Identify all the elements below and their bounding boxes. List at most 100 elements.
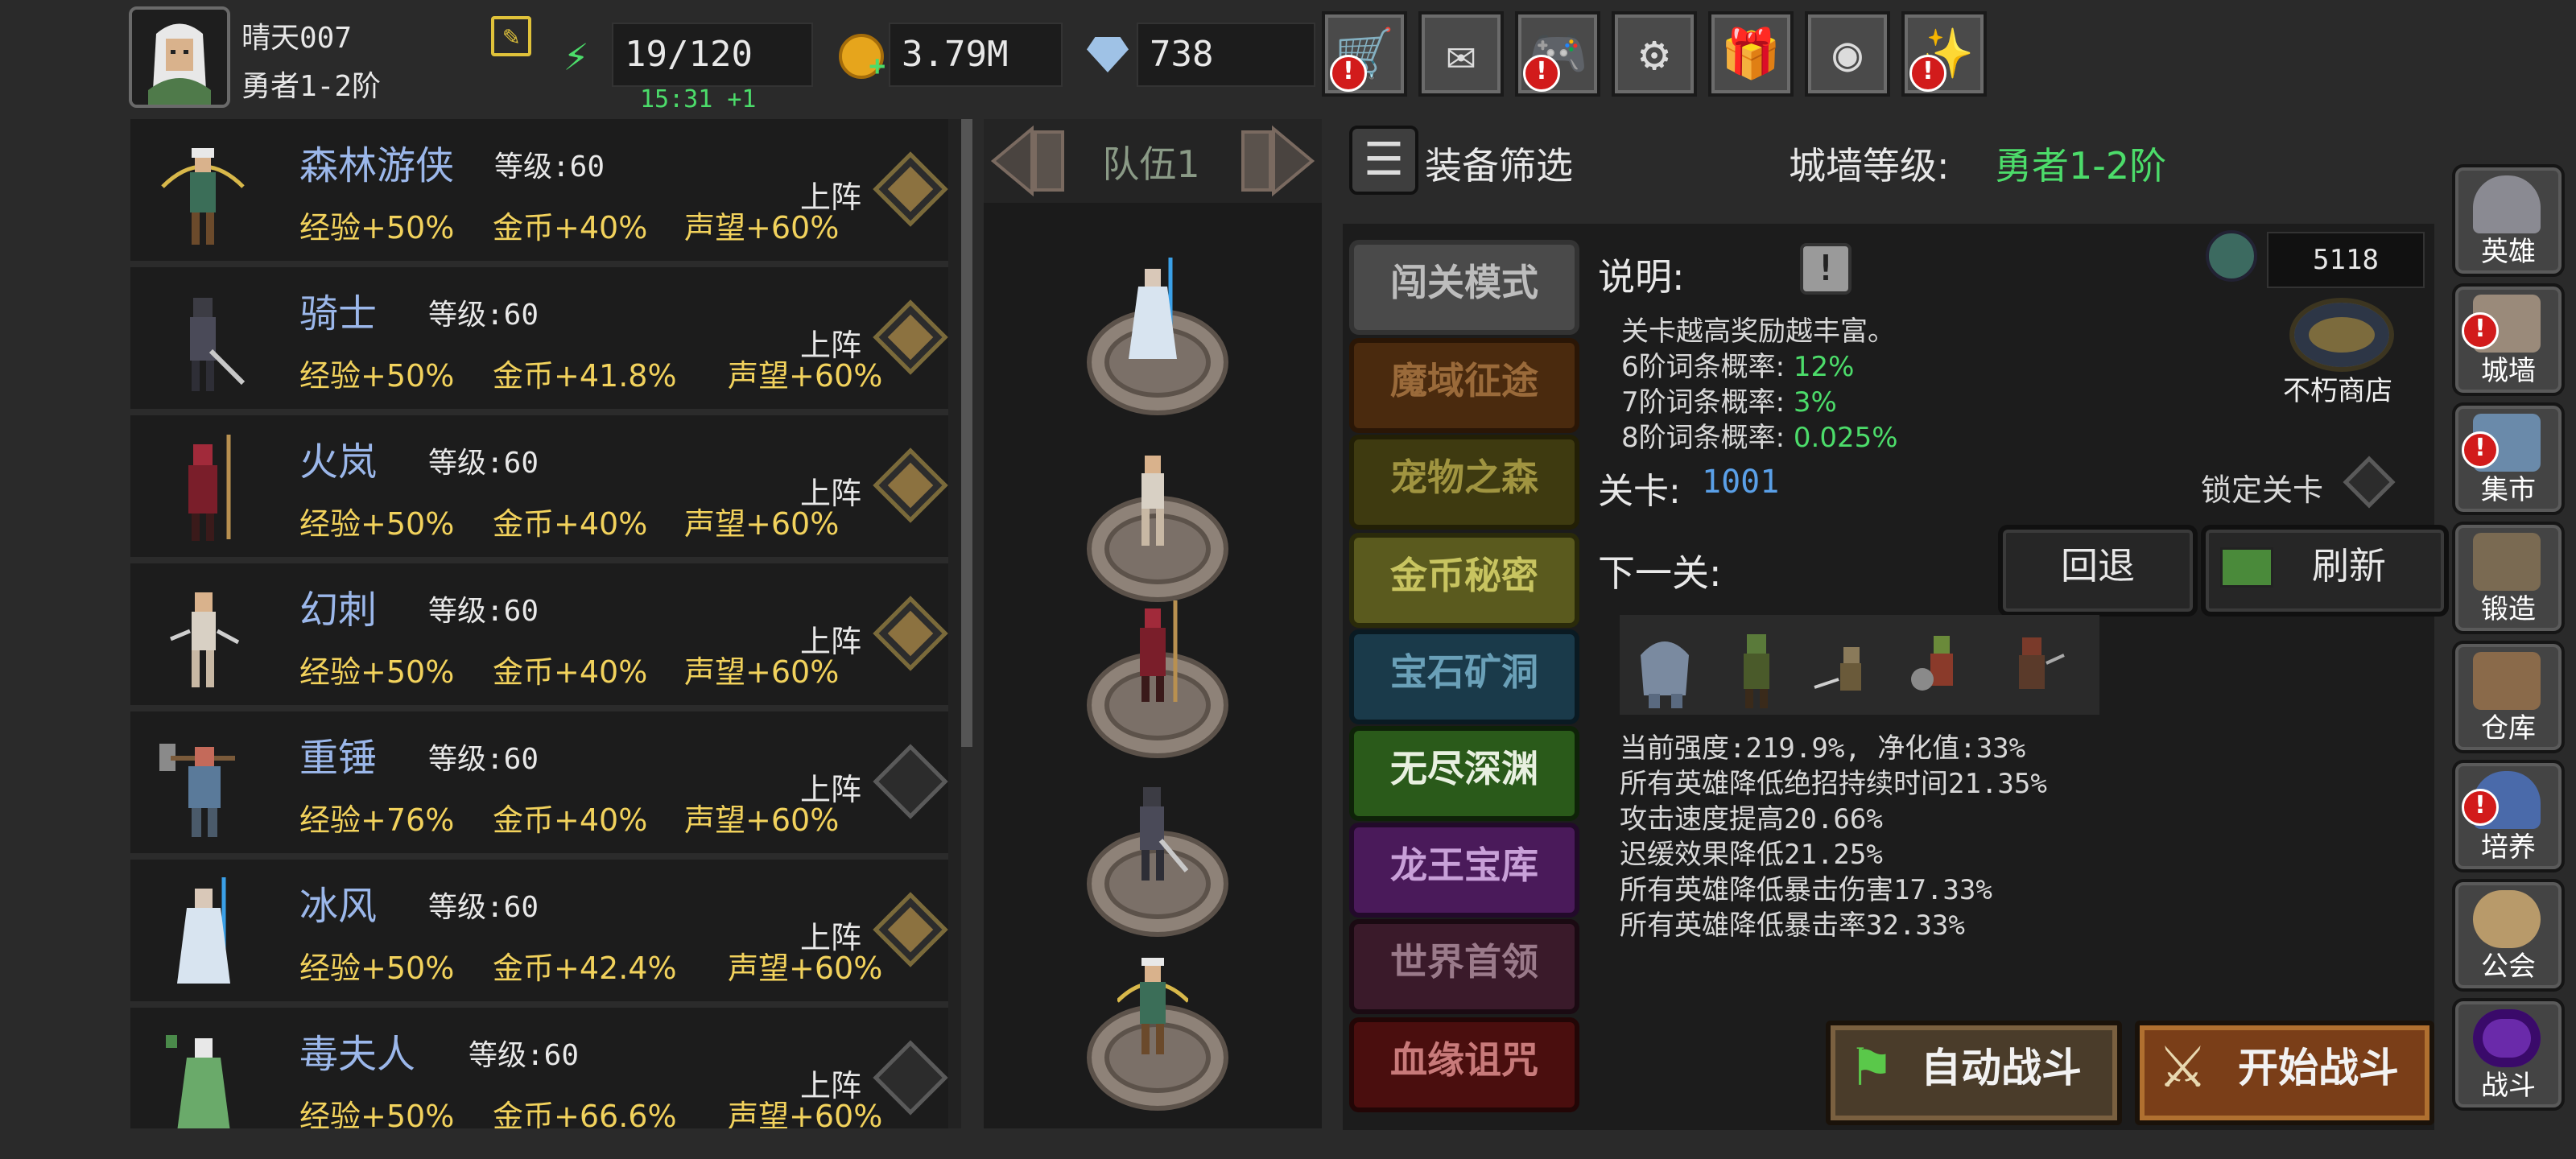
mode-button[interactable]: 龙王宝库 bbox=[1349, 823, 1579, 918]
deploy-toggle[interactable] bbox=[873, 892, 948, 967]
equipment-filter-label: 装备筛选 bbox=[1425, 144, 1573, 188]
hero-name: 森林游侠 bbox=[299, 143, 455, 188]
edit-icon: ✎ bbox=[502, 20, 520, 52]
deploy-toggle[interactable] bbox=[873, 151, 948, 227]
hero-exp-bonus: 经验+50% bbox=[299, 1099, 455, 1128]
start-battle-button[interactable]: ⚔ 开始战斗 bbox=[2135, 1021, 2434, 1125]
hero-row[interactable]: 森林游侠 等级:60 经验+50% 金币+40% 声望+60% 上阵 bbox=[130, 119, 948, 267]
mail-button[interactable]: ✉ bbox=[1418, 11, 1504, 97]
gem-icon[interactable] bbox=[1087, 37, 1129, 72]
hero-exp-bonus: 经验+50% bbox=[299, 210, 455, 245]
hero-row[interactable]: 火岚 等级:60 经验+50% 金币+40% 声望+60% 上阵 bbox=[130, 415, 948, 563]
nav-forge[interactable]: 锻造 bbox=[2452, 522, 2565, 634]
info-icon[interactable]: ! bbox=[1800, 243, 1852, 295]
deploy-toggle[interactable] bbox=[873, 299, 948, 375]
shop-cart-button[interactable]: 🛒! bbox=[1322, 11, 1407, 97]
rate-label: 7阶词条概率: bbox=[1621, 386, 1785, 419]
stage-value: 1001 bbox=[1702, 464, 1780, 501]
slot-ranger-sprite bbox=[1117, 958, 1188, 1054]
nav-label: 锻造 bbox=[2481, 593, 2536, 625]
nav-market[interactable]: ! 集市 bbox=[2452, 402, 2565, 515]
mode-button[interactable]: 血缘诅咒 bbox=[1349, 1017, 1579, 1112]
alert-badge-icon: ! bbox=[2462, 312, 2499, 349]
fireworks-button[interactable]: ✨! bbox=[1901, 11, 1987, 97]
auto-battle-button[interactable]: ⚑ 自动战斗 bbox=[1826, 1021, 2122, 1125]
hero-row[interactable]: 幻刺 等级:60 经验+50% 金币+40% 声望+60% 上阵 bbox=[130, 563, 948, 711]
mode-button[interactable]: 无尽深渊 bbox=[1349, 726, 1579, 821]
mode-button[interactable]: 宝石矿洞 bbox=[1349, 629, 1579, 724]
equipment-filter-button[interactable]: ☰ bbox=[1349, 126, 1418, 195]
hero-fire-mage-sprite bbox=[188, 435, 231, 541]
team-prev-arrow-icon[interactable] bbox=[987, 121, 1067, 201]
settings-button[interactable]: ⚙ bbox=[1612, 11, 1697, 97]
hero-exp-bonus: 经验+50% bbox=[299, 506, 455, 542]
team-slot[interactable] bbox=[1087, 597, 1228, 758]
hero-level: 等级:60 bbox=[428, 743, 539, 776]
hero-row[interactable]: 重锤 等级:60 经验+76% 金币+40% 声望+60% 上阵 bbox=[130, 711, 948, 860]
hero-level: 等级:60 bbox=[428, 595, 539, 628]
team-slot[interactable] bbox=[1087, 254, 1228, 415]
flag-icon: ⚑ bbox=[1848, 1038, 1895, 1098]
immortal-token-count: 5118 bbox=[2267, 232, 2425, 288]
gift-button[interactable]: 🎁 bbox=[1708, 11, 1794, 97]
edit-name-button[interactable]: ✎ bbox=[491, 16, 531, 56]
hero-exp-bonus: 经验+76% bbox=[299, 802, 455, 838]
nav-label: 集市 bbox=[2481, 474, 2536, 506]
nav-heroes[interactable]: 英雄 bbox=[2452, 164, 2565, 277]
player-avatar[interactable] bbox=[129, 6, 230, 108]
mode-button[interactable]: 魔域征途 bbox=[1349, 338, 1579, 433]
nav-wall[interactable]: ! 城墙 bbox=[2452, 283, 2565, 396]
mode-button[interactable]: 世界首领 bbox=[1349, 919, 1579, 1014]
rate-value: 12% bbox=[1793, 351, 1855, 383]
mode-button[interactable]: 闯关模式 bbox=[1349, 240, 1579, 335]
nav-guild[interactable]: 公会 bbox=[2452, 879, 2565, 992]
team-slot[interactable] bbox=[1087, 776, 1228, 937]
slot-ice-mage-sprite bbox=[1129, 258, 1177, 359]
energy-timer: 15:31 +1 bbox=[640, 85, 757, 113]
immortal-shop-icon[interactable] bbox=[2289, 298, 2394, 372]
enemy-kobold-sprite bbox=[1814, 647, 1861, 691]
hero-row[interactable]: 冰风 等级:60 经验+50% 金币+42.4% 声望+60% 上阵 bbox=[130, 860, 948, 1008]
immortal-token-icon bbox=[2206, 230, 2257, 282]
hero-level: 等级:60 bbox=[494, 151, 605, 184]
back-button[interactable]: 回退 bbox=[1998, 525, 2198, 617]
start-battle-label: 开始战斗 bbox=[2238, 1045, 2399, 1091]
team-slot[interactable] bbox=[1087, 950, 1228, 1111]
hero-exp-bonus: 经验+50% bbox=[299, 358, 455, 394]
nav-battle[interactable]: 战斗 bbox=[2452, 998, 2565, 1111]
hero-list[interactable]: 森林游侠 等级:60 经验+50% 金币+40% 声望+60% 上阵 骑士 等级… bbox=[130, 119, 961, 1128]
lucky-wheel-button[interactable]: ◉ bbox=[1805, 11, 1890, 97]
effect-line: 所有英雄降低暴击率32.33% bbox=[1620, 909, 1965, 942]
hero-name: 火岚 bbox=[299, 439, 378, 485]
enemy-goblin-sprite bbox=[1744, 634, 1769, 708]
gold-counter: 3.79M bbox=[889, 23, 1063, 87]
refresh-button[interactable]: 刷新 bbox=[2201, 525, 2449, 617]
mail-icon: ✉ bbox=[1446, 26, 1476, 82]
wall-level-label: 城墙等级: bbox=[1789, 144, 1950, 188]
team-next-arrow-icon[interactable] bbox=[1238, 121, 1319, 201]
hero-row[interactable]: 毒夫人 等级:60 经验+50% 金币+66.6% 声望+60% 上阵 bbox=[130, 1008, 948, 1128]
hero-level: 等级:60 bbox=[428, 299, 539, 332]
mode-button[interactable]: 金币秘密 bbox=[1349, 533, 1579, 628]
gold-coin-icon[interactable] bbox=[839, 34, 886, 82]
color-wheel-icon: ◉ bbox=[1832, 26, 1863, 82]
controller-button[interactable]: 🎮! bbox=[1515, 11, 1600, 97]
hero-list-scrollbar[interactable] bbox=[961, 119, 972, 747]
team-slot[interactable] bbox=[1087, 441, 1228, 602]
deploy-label: 上阵 bbox=[800, 772, 862, 807]
deploy-toggle[interactable] bbox=[873, 1040, 948, 1116]
rate-row: 6阶词条概率: 12% bbox=[1621, 344, 1854, 384]
deploy-label: 上阵 bbox=[800, 476, 862, 511]
slot-knight-sprite bbox=[1140, 787, 1188, 881]
mode-button[interactable]: 宠物之森 bbox=[1349, 435, 1579, 530]
deploy-toggle[interactable] bbox=[873, 448, 948, 523]
portal-icon bbox=[2473, 1009, 2541, 1067]
nav-storage[interactable]: 仓库 bbox=[2452, 641, 2565, 753]
deploy-toggle[interactable] bbox=[873, 596, 948, 671]
deploy-label: 上阵 bbox=[800, 179, 862, 215]
deploy-toggle[interactable] bbox=[873, 744, 948, 819]
next-stage-label: 下一关: bbox=[1598, 551, 1722, 595]
hero-row[interactable]: 骑士 等级:60 经验+50% 金币+41.8% 声望+60% 上阵 bbox=[130, 267, 948, 415]
nav-training[interactable]: ! 培养 bbox=[2452, 760, 2565, 872]
team-title: 队伍1 bbox=[1102, 142, 1200, 186]
